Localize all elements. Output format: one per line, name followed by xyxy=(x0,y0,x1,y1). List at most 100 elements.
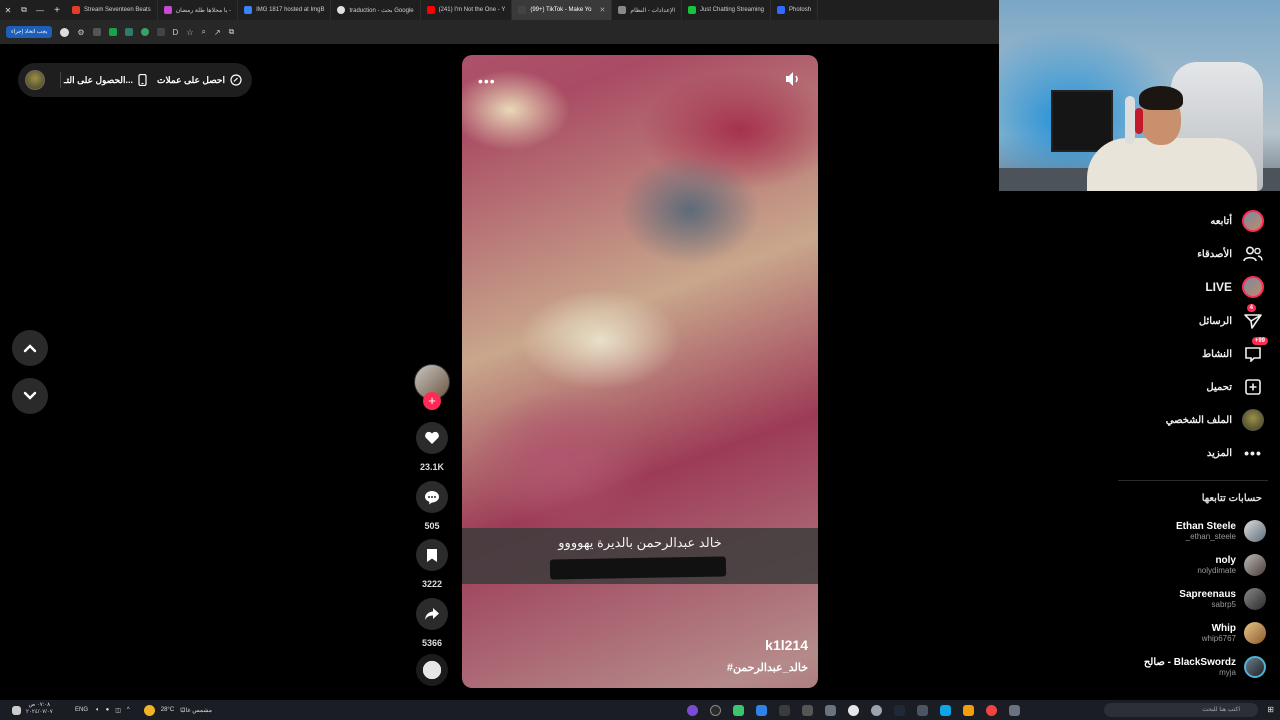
taskbar-app-icon[interactable] xyxy=(664,705,675,716)
browser-tab[interactable]: Just Chatting Streaming xyxy=(682,0,772,20)
weather-label[interactable]: مشمس غالبًا xyxy=(180,707,212,714)
taskbar-app-icon[interactable] xyxy=(1008,704,1020,716)
comment-button[interactable] xyxy=(416,481,448,513)
like-button[interactable] xyxy=(416,422,448,454)
extension-icon[interactable] xyxy=(156,28,165,36)
taskbar-app-icon[interactable] xyxy=(916,704,928,716)
taskbar-app-icon[interactable] xyxy=(824,704,836,716)
tab-favicon-icon xyxy=(163,6,172,14)
taskbar-app-icon[interactable] xyxy=(870,704,882,716)
taskbar-search-input[interactable]: اكتب هنا للبحث xyxy=(1104,703,1258,717)
extension-icon[interactable] xyxy=(124,28,133,36)
speaker-icon[interactable]: 🔈︎ xyxy=(96,707,100,714)
follow-plus-icon[interactable]: + xyxy=(423,392,441,410)
taskbar-app-icon[interactable] xyxy=(778,704,790,716)
extension-icon[interactable] xyxy=(108,28,117,36)
followed-account[interactable]: Whip whip6767 xyxy=(1202,622,1266,644)
weather-temp[interactable]: 28°C xyxy=(161,707,174,713)
minimize-icon[interactable]: — xyxy=(32,6,48,15)
get-app-button[interactable]: الحصول على التـ... xyxy=(64,74,147,86)
sidebar-item-upload[interactable]: تحميل xyxy=(1206,376,1264,398)
extension-icon[interactable] xyxy=(140,28,149,36)
browser-tab[interactable]: Stream Seventeen Beats xyxy=(66,0,158,20)
microphone-icon[interactable]: ● xyxy=(106,707,110,713)
sidebar-item-friends[interactable]: الأصدقاء xyxy=(1197,243,1264,265)
next-video-button[interactable] xyxy=(12,378,48,414)
chrome-icon[interactable] xyxy=(985,704,997,716)
tab-label: (99+) TikTok - Make Yo xyxy=(530,7,592,13)
avatar[interactable] xyxy=(25,70,45,90)
webcam-overlay xyxy=(999,0,1280,191)
discord-icon[interactable]: D xyxy=(173,28,179,37)
tab-close-icon[interactable]: ✕ xyxy=(600,6,606,14)
new-tab-icon[interactable]: + xyxy=(48,5,66,16)
extension-icon[interactable] xyxy=(92,28,101,36)
share-icon[interactable]: ↗ xyxy=(214,28,221,37)
tray-chevron-icon[interactable]: ^ xyxy=(127,707,130,713)
browser-tab-active[interactable]: (99+) TikTok - Make Yo ✕ xyxy=(512,0,613,20)
video-player[interactable]: ••• خالد عبدالرحمن بالديرة يهوووو k1l214… xyxy=(462,55,818,688)
tab-label: Photosh xyxy=(789,7,812,13)
windows-start-icon[interactable]: ⊞ xyxy=(1267,705,1274,714)
browser-tab[interactable]: (241) I'm Not the One - Y xyxy=(421,0,513,20)
sidebar-item-messages[interactable]: 4 الرسائل xyxy=(1199,304,1264,332)
browser-tab[interactable]: Photosh xyxy=(771,0,819,20)
taskbar-app-icon[interactable] xyxy=(755,704,767,716)
account-name: صالح - BlackSwordz xyxy=(1143,657,1236,668)
browser-menu-icon[interactable]: ✕ xyxy=(0,6,16,15)
more-options-icon[interactable]: ••• xyxy=(478,73,496,89)
browser-tab[interactable]: يا محلاها طلة رمضان - xyxy=(158,0,239,20)
share-button[interactable] xyxy=(416,598,448,630)
followed-account[interactable]: Ethan Steele _ethan_steele xyxy=(1176,520,1266,542)
redaction-mark xyxy=(549,556,727,580)
browser-tab[interactable]: الإعدادات - النظام xyxy=(612,0,682,20)
sidebar-item-more[interactable]: ••• المزيد xyxy=(1207,442,1264,464)
comment-count: 505 xyxy=(424,521,440,531)
video-username[interactable]: k1l214 xyxy=(765,637,808,653)
activity-badge: 99+ xyxy=(1251,337,1268,345)
music-disc-icon[interactable] xyxy=(416,654,448,686)
sidebar-item-activity[interactable]: 99+ النشاط xyxy=(1202,337,1268,365)
extension-icon[interactable]: ⚙ xyxy=(77,28,84,37)
star-icon[interactable]: ☆ xyxy=(186,28,193,37)
account-handle: nolydimate xyxy=(1197,566,1236,575)
sidebar-item-label: المزيد xyxy=(1206,447,1232,459)
sidebar-item-profile[interactable]: الملف الشخصي xyxy=(1166,409,1264,431)
browser-tab[interactable]: traduction - بحث Google xyxy=(331,0,421,20)
action-required-button[interactable]: يجب اتخاذ إجراء xyxy=(6,26,53,38)
tab-search-icon[interactable]: ⧉ xyxy=(16,5,32,15)
network-icon[interactable]: ◫ xyxy=(115,707,121,714)
account-name: noly xyxy=(1215,555,1236,566)
notification-icon[interactable] xyxy=(12,705,21,715)
sidebar-item-live[interactable]: LIVE xyxy=(1205,276,1264,298)
like-count: 23.1K xyxy=(419,462,445,472)
followed-account[interactable]: noly nolydimate xyxy=(1197,554,1266,576)
video-hashtag[interactable]: #خالد_عبدالرحمن xyxy=(727,661,808,674)
install-icon[interactable]: ⧉ xyxy=(229,27,235,37)
taskbar-app-icon[interactable] xyxy=(847,704,859,716)
followed-account[interactable]: صالح - BlackSwordz myja xyxy=(1144,656,1266,678)
taskbar-app-icon[interactable] xyxy=(709,704,721,716)
previous-video-button[interactable] xyxy=(12,330,48,366)
friends-icon xyxy=(1243,246,1263,262)
profile-icon[interactable] xyxy=(60,27,70,37)
taskbar-app-icon[interactable] xyxy=(732,704,744,716)
tab-favicon-icon xyxy=(244,6,253,14)
followed-account[interactable]: Sapreenaus sabrp5 xyxy=(1179,588,1266,610)
get-coins-button[interactable]: احصل على عملات xyxy=(157,74,242,86)
webcam-headset xyxy=(1135,108,1143,134)
zoom-icon[interactable]: ⌕ xyxy=(201,27,205,37)
save-button[interactable] xyxy=(416,539,448,571)
send-icon xyxy=(1244,314,1262,329)
volume-icon[interactable] xyxy=(784,71,802,87)
webcam-person-hair xyxy=(1139,86,1183,110)
taskbar-app-icon[interactable] xyxy=(893,704,905,716)
taskbar-app-icon[interactable] xyxy=(686,704,698,716)
taskbar-app-icon[interactable] xyxy=(939,704,951,716)
sidebar-item-following[interactable]: أتابعه xyxy=(1210,210,1264,232)
browser-tab[interactable]: IMG 1817 hosted at ImgB xyxy=(238,0,332,20)
taskbar-app-icon[interactable] xyxy=(962,704,974,716)
language-indicator[interactable]: ENG xyxy=(75,707,88,713)
taskbar-clock[interactable]: ٠٧:٠٨ ص ٢٠٢٤/٠٧/٠٧ xyxy=(26,702,53,716)
taskbar-app-icon[interactable] xyxy=(801,704,813,716)
